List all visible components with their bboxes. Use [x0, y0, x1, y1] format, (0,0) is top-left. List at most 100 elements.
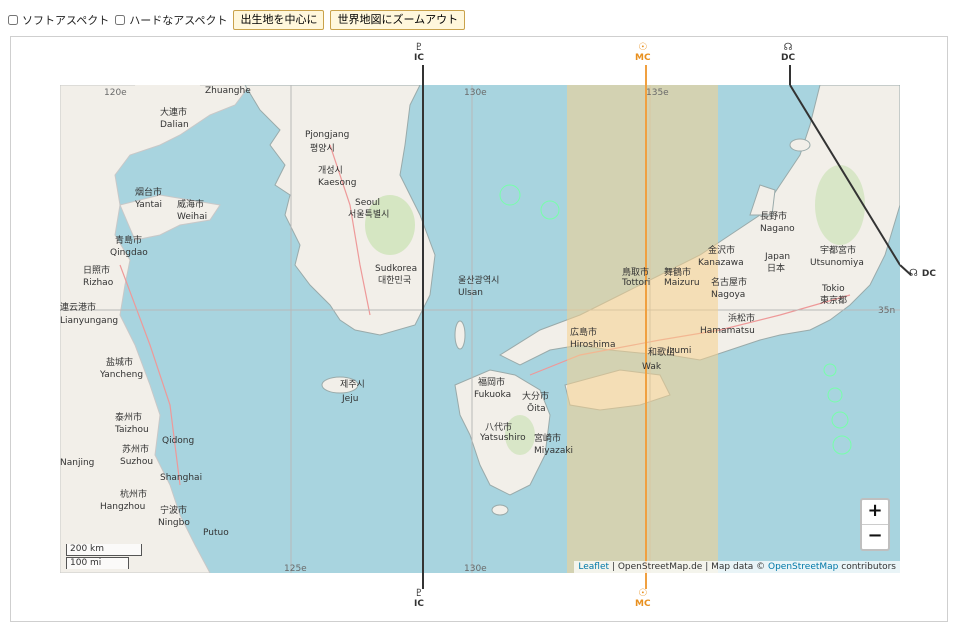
map-canvas[interactable]: 120e 125e 130e 130e 135e 35n 大連市 Dalian …	[60, 85, 900, 573]
soft-aspect-checkbox[interactable]	[8, 15, 18, 25]
place-label: Ulsan	[458, 288, 483, 298]
zoom-out-world-button[interactable]: 世界地図にズームアウト	[330, 10, 466, 30]
place-label: 浜松市	[728, 312, 755, 324]
place-label: Weihai	[177, 212, 207, 222]
place-label: 金沢市	[708, 244, 735, 256]
place-label: Ningbo	[158, 518, 190, 528]
osm-de-text: OpenStreetMap.de	[617, 562, 703, 572]
scale-km: 200 km	[66, 544, 142, 556]
place-label: Fukuoka	[474, 390, 511, 400]
osm-link[interactable]: OpenStreetMap	[768, 562, 838, 572]
place-label: Izumi	[667, 346, 691, 356]
attribution-sep: |	[705, 562, 709, 572]
place-label: 舞鶴市	[664, 266, 691, 278]
dc-right-label: DC	[921, 269, 936, 279]
attribution: Leaflet | OpenStreetMap.de | Map data © …	[574, 561, 900, 573]
map-data-text: Map data ©	[711, 562, 766, 572]
place-label: 大連市	[160, 106, 187, 118]
place-label: 盐城市	[106, 356, 133, 368]
place-label: Ōita	[527, 403, 546, 414]
place-label: 連云港市	[60, 301, 96, 313]
place-label: 宮崎市	[534, 432, 561, 444]
place-label: Sudkorea	[375, 264, 417, 274]
place-label: 대한민국	[378, 275, 411, 286]
contributors-text: contributors	[841, 562, 896, 572]
place-label: Kanazawa	[698, 258, 744, 268]
dc-top-marker: ☊ DC	[781, 42, 796, 64]
sun-icon: ☉	[638, 588, 648, 599]
place-label: Suzhou	[120, 457, 153, 467]
place-label: Yatsushiro	[479, 433, 526, 443]
place-label: Qidong	[162, 436, 194, 446]
place-label: Japan	[764, 252, 790, 262]
place-label: Nanjing	[60, 458, 94, 468]
place-label: Jeju	[341, 394, 358, 404]
place-label: 福岡市	[478, 376, 505, 388]
place-label: Utsunomiya	[810, 258, 864, 268]
pluto-icon: ♇	[414, 588, 424, 599]
place-label: 서울특별시	[348, 209, 389, 220]
place-label: 宁波市	[160, 504, 187, 516]
place-label: 日照市	[83, 264, 110, 276]
graticule-label: 35n	[878, 306, 895, 316]
attribution-sep: |	[611, 562, 615, 572]
place-label: 青島市	[115, 234, 142, 246]
place-label: 烟台市	[135, 186, 162, 198]
place-label: Qingdao	[110, 248, 148, 258]
map-tiles: 120e 125e 130e 130e 135e 35n 大連市 Dalian …	[60, 85, 900, 573]
mc-top-marker: ☉ MC	[635, 42, 651, 64]
graticule-label: 130e	[464, 88, 487, 98]
place-label: 개성시	[318, 165, 343, 176]
center-birthplace-button[interactable]: 出生地を中心に	[233, 10, 325, 30]
place-label: 제주시	[340, 379, 365, 390]
node-icon: ☊	[909, 268, 918, 279]
place-label: 苏州市	[122, 443, 149, 455]
mc-bottom-marker: ☉ MC	[635, 588, 651, 610]
graticule-label: 135e	[646, 88, 669, 98]
soft-aspect-option[interactable]: ソフトアスペクト	[8, 12, 109, 28]
place-label: 평양시	[310, 143, 335, 154]
place-label: Hangzhou	[100, 502, 145, 512]
place-label: 울산광역시	[458, 274, 499, 286]
place-label: 日本	[767, 262, 785, 274]
ic-top-label: IC	[414, 53, 424, 63]
place-label: 名古屋市	[711, 276, 747, 288]
place-label: Seoul	[355, 198, 380, 208]
place-label: Maizuru	[664, 278, 700, 288]
sun-icon: ☉	[638, 42, 648, 53]
ic-top-marker: ♇ IC	[414, 43, 424, 64]
zoom-in-button[interactable]: +	[862, 500, 888, 524]
map-frame: 120e 125e 130e 130e 135e 35n 大連市 Dalian …	[10, 36, 948, 622]
leaflet-link[interactable]: Leaflet	[578, 562, 609, 572]
node-icon: ☊	[783, 42, 793, 53]
place-label: Tottori	[621, 278, 650, 288]
place-label: Yantai	[134, 200, 162, 210]
soft-aspect-label: ソフトアスペクト	[22, 14, 110, 27]
scale-mi: 100 mi	[66, 557, 129, 569]
dc-top-label: DC	[781, 53, 796, 63]
place-label: Zhuanghe	[205, 86, 251, 96]
place-label: Dalian	[160, 120, 189, 130]
zoom-out-button[interactable]: −	[862, 524, 888, 549]
place-label: Taizhou	[114, 425, 149, 435]
hard-aspect-option[interactable]: ハードなアスペクト	[115, 12, 227, 28]
mc-bottom-label: MC	[635, 599, 651, 609]
zoom-control: + −	[860, 498, 890, 551]
place-label: 東京都	[820, 294, 847, 306]
hard-aspect-checkbox[interactable]	[115, 15, 126, 25]
place-label: 泰州市	[115, 411, 142, 423]
place-label: Kaesong	[318, 178, 356, 188]
place-label: Pjongjang	[305, 130, 349, 140]
place-label: 広島市	[570, 326, 597, 338]
place-label: Nagano	[760, 224, 795, 234]
place-label: Miyazaki	[534, 446, 573, 456]
place-label: Lianyungang	[60, 316, 118, 326]
place-label: Rizhao	[83, 278, 114, 288]
ic-bottom-label: IC	[414, 599, 424, 609]
place-label: 杭州市	[120, 488, 147, 500]
place-label: Tokio	[821, 284, 845, 294]
place-label: Nagoya	[711, 290, 745, 300]
ic-bottom-marker: ♇ IC	[414, 588, 424, 610]
hard-aspect-label: ハードなアスペクト	[129, 14, 228, 27]
graticule-label: 120e	[104, 88, 127, 98]
